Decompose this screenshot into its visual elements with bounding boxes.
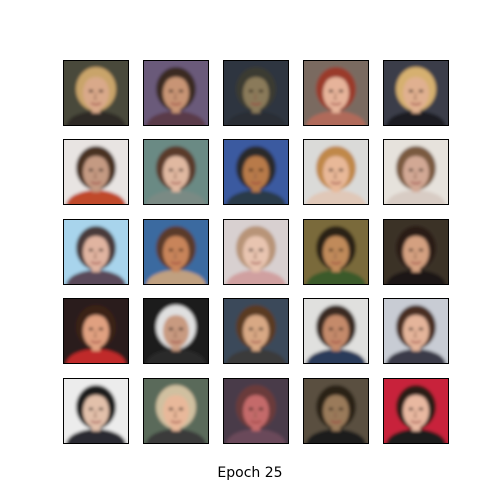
face-image-tile (383, 378, 449, 444)
generated-faces-grid (0, 0, 500, 500)
face-image (384, 140, 448, 204)
face-image (144, 140, 208, 204)
face-image (144, 299, 208, 363)
face-image (144, 220, 208, 284)
face-image-tile (223, 219, 289, 285)
face-image (384, 299, 448, 363)
face-image-tile (303, 298, 369, 364)
face-image (144, 379, 208, 443)
face-image-tile (383, 219, 449, 285)
face-image (64, 140, 128, 204)
face-image-tile (383, 298, 449, 364)
face-image (224, 379, 288, 443)
face-image (304, 61, 368, 125)
face-image (224, 220, 288, 284)
face-image (224, 61, 288, 125)
epoch-caption: Epoch 25 (217, 465, 283, 481)
face-image-tile (63, 378, 129, 444)
face-image-tile (303, 60, 369, 126)
face-image (224, 140, 288, 204)
face-image-tile (63, 139, 129, 205)
face-image-tile (143, 378, 209, 444)
face-image-tile (383, 139, 449, 205)
face-image-tile (63, 219, 129, 285)
face-image (64, 61, 128, 125)
face-image-tile (143, 139, 209, 205)
face-image (144, 61, 208, 125)
face-image-tile (223, 378, 289, 444)
face-image (304, 220, 368, 284)
face-image-tile (143, 219, 209, 285)
face-image (304, 379, 368, 443)
face-image-tile (223, 298, 289, 364)
face-image (384, 61, 448, 125)
face-image (64, 220, 128, 284)
face-image (304, 140, 368, 204)
face-image (384, 379, 448, 443)
face-image (304, 299, 368, 363)
face-image-tile (223, 60, 289, 126)
face-image-tile (303, 139, 369, 205)
face-image-tile (63, 298, 129, 364)
face-image (224, 299, 288, 363)
face-image (64, 299, 128, 363)
face-image-tile (143, 60, 209, 126)
face-image (64, 379, 128, 443)
face-image-tile (383, 60, 449, 126)
face-image-tile (143, 298, 209, 364)
face-image-tile (303, 219, 369, 285)
face-image-tile (223, 139, 289, 205)
face-image (384, 220, 448, 284)
face-image-tile (63, 60, 129, 126)
face-image-tile (303, 378, 369, 444)
